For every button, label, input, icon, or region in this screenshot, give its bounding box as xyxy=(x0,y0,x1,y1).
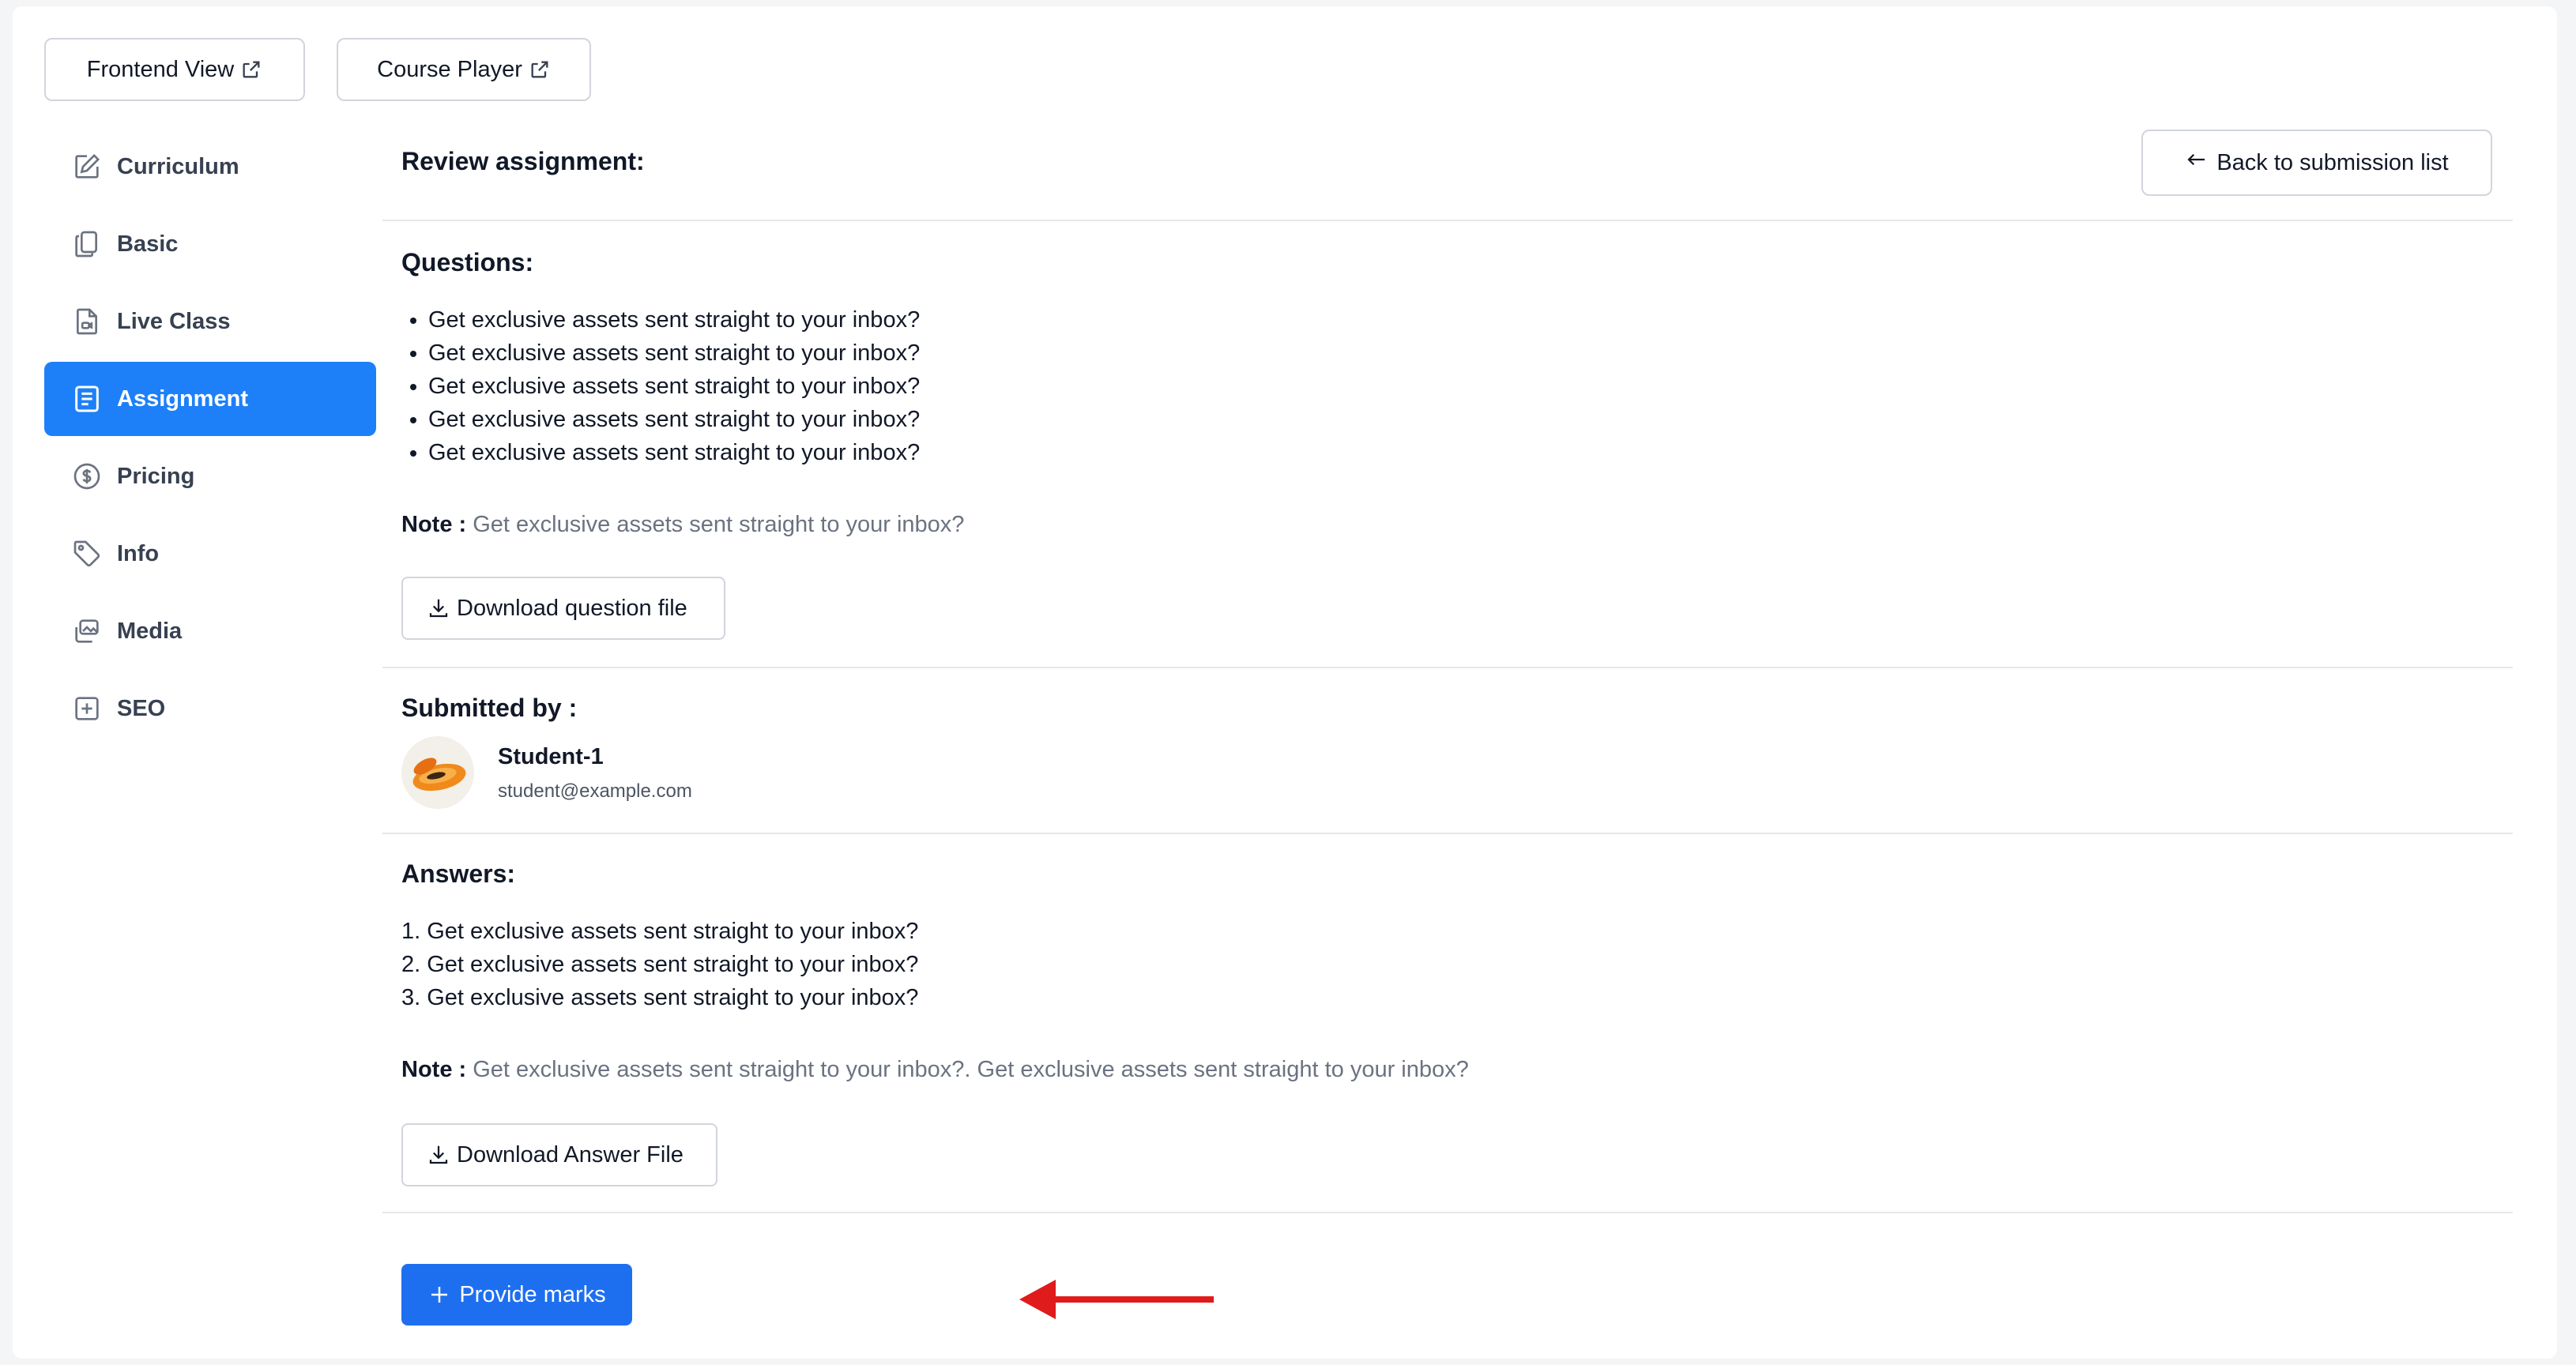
list-item: 2. Get exclusive assets sent straight to… xyxy=(401,952,919,977)
download-question-file-button[interactable]: Download question file xyxy=(401,577,725,640)
sidebar-item-seo[interactable]: SEO xyxy=(44,671,376,746)
sidebar-nav: Curriculum Basic Live Class Assignment P… xyxy=(44,130,376,749)
sidebar-item-label: Assignment xyxy=(117,385,248,412)
divider xyxy=(382,1212,2513,1213)
download-answer-file-button[interactable]: Download Answer File xyxy=(401,1123,717,1186)
annotation-arrow-icon xyxy=(1019,1280,1214,1319)
list-item: Get exclusive assets sent straight to yo… xyxy=(428,303,920,337)
sidebar-item-label: Info xyxy=(117,540,160,566)
questions-list: Get exclusive assets sent straight to yo… xyxy=(401,303,920,469)
sidebar-item-curriculum[interactable]: Curriculum xyxy=(44,130,376,204)
sidebar-item-assignment[interactable]: Assignment xyxy=(44,362,376,436)
external-link-icon xyxy=(529,58,551,81)
sidebar-item-pricing[interactable]: Pricing xyxy=(44,439,376,513)
live-class-doc-icon xyxy=(71,306,103,337)
sidebar-item-label: Curriculum xyxy=(117,153,239,179)
avatar xyxy=(401,736,474,809)
external-link-icon xyxy=(240,58,262,81)
tag-icon xyxy=(71,538,103,570)
sidebar-item-label: Media xyxy=(117,618,183,644)
student-avatar-image xyxy=(412,758,466,792)
list-item: Get exclusive assets sent straight to yo… xyxy=(428,436,920,469)
sidebar-item-label: Basic xyxy=(117,231,179,257)
student-email: student@example.com xyxy=(498,780,692,802)
back-to-submission-list-button[interactable]: Back to submission list xyxy=(2141,130,2492,196)
questions-heading: Questions: xyxy=(401,248,534,276)
back-button-label: Back to submission list xyxy=(2216,149,2449,175)
seo-icon xyxy=(71,693,103,724)
note-text: Get exclusive assets sent straight to yo… xyxy=(473,512,965,537)
divider xyxy=(382,220,2513,221)
download-question-label: Download question file xyxy=(457,595,687,621)
note-text: Get exclusive assets sent straight to yo… xyxy=(473,1057,1469,1082)
divider xyxy=(382,833,2513,834)
edit-icon xyxy=(71,151,103,182)
provide-marks-label: Provide marks xyxy=(459,1281,606,1307)
list-item: Get exclusive assets sent straight to yo… xyxy=(428,370,920,403)
sidebar-item-info[interactable]: Info xyxy=(44,517,376,591)
answer-note: Note : Get exclusive assets sent straigh… xyxy=(401,1057,1469,1083)
course-player-label: Course Player xyxy=(377,56,522,82)
list-item: Get exclusive assets sent straight to yo… xyxy=(428,337,920,370)
download-answer-label: Download Answer File xyxy=(457,1141,684,1168)
answers-heading: Answers: xyxy=(401,859,516,888)
answers-list: 1. Get exclusive assets sent straight to… xyxy=(401,915,918,1014)
student-name: Student-1 xyxy=(498,744,604,769)
download-icon xyxy=(429,599,448,618)
arrow-left-icon xyxy=(2185,148,2209,178)
list-item: 1. Get exclusive assets sent straight to… xyxy=(401,919,919,944)
assignment-icon xyxy=(71,383,103,415)
provide-marks-button[interactable]: Provide marks xyxy=(401,1264,632,1326)
submitted-by-heading: Submitted by : xyxy=(401,694,578,722)
divider xyxy=(382,667,2513,668)
sidebar-item-label: Pricing xyxy=(117,463,195,489)
dollar-icon xyxy=(71,461,103,492)
download-icon xyxy=(429,1145,448,1164)
frontend-view-label: Frontend View xyxy=(86,56,235,82)
page-title: Review assignment: xyxy=(401,147,645,175)
sidebar-item-basic[interactable]: Basic xyxy=(44,207,376,281)
copy-icon xyxy=(71,228,103,260)
note-label: Note : xyxy=(401,512,467,537)
sidebar-item-media[interactable]: Media xyxy=(44,594,376,668)
plus-icon xyxy=(431,1287,448,1303)
list-item: 3. Get exclusive assets sent straight to… xyxy=(401,985,919,1010)
media-icon xyxy=(71,615,103,647)
list-item: Get exclusive assets sent straight to yo… xyxy=(428,403,920,436)
sidebar-item-label: SEO xyxy=(117,695,166,721)
sidebar-item-label: Live Class xyxy=(117,308,231,334)
frontend-view-button[interactable]: Frontend View xyxy=(44,38,305,101)
page-card xyxy=(13,6,2557,1359)
sidebar-item-live-class[interactable]: Live Class xyxy=(44,284,376,359)
note-label: Note : xyxy=(401,1057,467,1082)
course-player-button[interactable]: Course Player xyxy=(337,38,591,101)
question-note: Note : Get exclusive assets sent straigh… xyxy=(401,512,964,538)
